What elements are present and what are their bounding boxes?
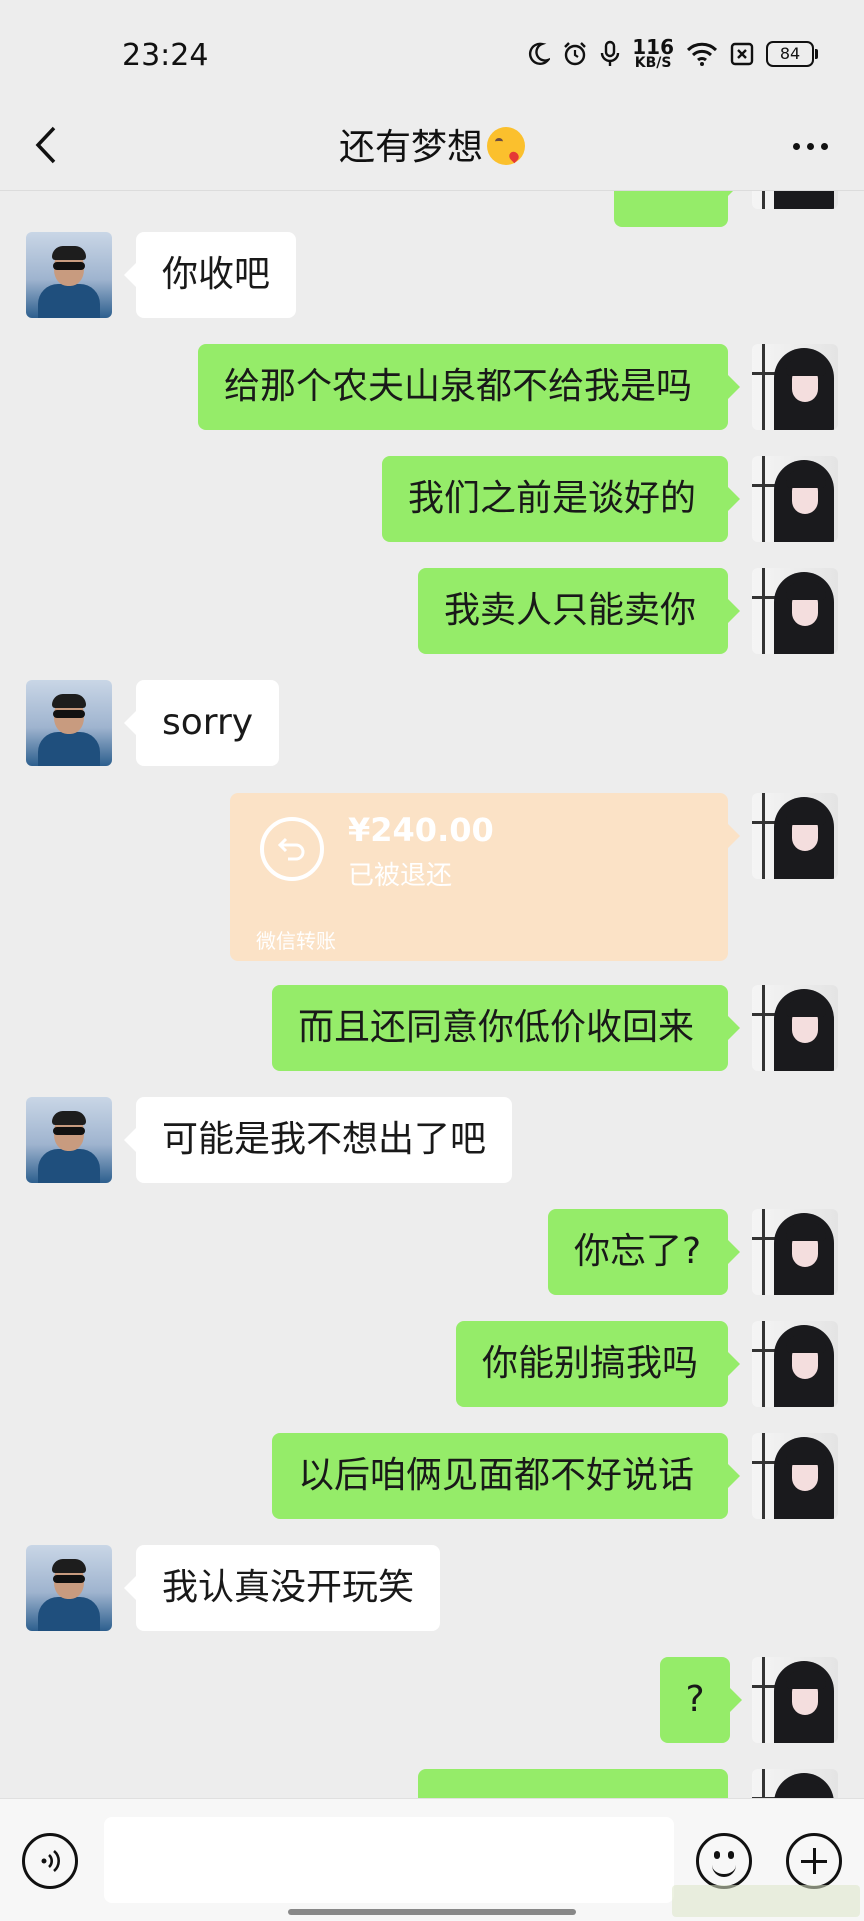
transfer-status: 已被退还 [348, 861, 453, 891]
message-bubble-mine[interactable]: ? [660, 1657, 742, 1743]
emoji-button[interactable] [696, 1833, 752, 1889]
kiss-emoji-icon [487, 127, 525, 165]
home-indicator[interactable] [288, 1909, 576, 1915]
transfer-card[interactable]: ¥240.00 已被退还 微信转账 [230, 793, 740, 961]
voice-icon [41, 1850, 60, 1872]
my-avatar[interactable] [752, 1209, 838, 1295]
status-icons: 116 KB/S 84 [528, 35, 818, 71]
contact-avatar[interactable] [26, 232, 112, 318]
emoji-icon [712, 1862, 736, 1877]
message-bubble-mine[interactable] [614, 191, 740, 227]
network-speed-value: 116 [632, 35, 674, 59]
my-avatar[interactable] [752, 344, 838, 430]
chat-title-text: 还有梦想 [338, 127, 483, 168]
voice-button[interactable] [22, 1833, 78, 1889]
message-input[interactable] [104, 1817, 674, 1903]
chat-title: 还有梦想 [0, 118, 864, 170]
my-avatar[interactable] [752, 1769, 838, 1798]
wifi-icon [686, 42, 718, 66]
battery-indicator: 84 [766, 41, 818, 67]
my-avatar[interactable] [752, 1433, 838, 1519]
my-avatar[interactable] [752, 1321, 838, 1407]
my-avatar[interactable] [752, 568, 838, 654]
message-bubble-theirs[interactable]: 我认真没开玩笑 [123, 1545, 441, 1631]
network-speed-unit: KB/S [634, 55, 672, 71]
dot-icon [792, 142, 800, 150]
no-sim-icon [730, 42, 754, 66]
contact-avatar[interactable] [26, 680, 112, 766]
refund-icon [260, 817, 324, 881]
transfer-amount: ¥240.00 [348, 811, 494, 849]
transfer-label: 微信转账 [256, 929, 336, 953]
message-bubble-theirs[interactable]: 可能是我不想出了吧 [123, 1097, 513, 1183]
dot-icon [820, 142, 828, 150]
alarm-icon [564, 42, 587, 66]
message-bubble-mine-partial[interactable] [418, 1769, 728, 1798]
message-list[interactable]: 你收吧 给那个农夫山泉都不给我是吗 我们之前是谈好的 我卖人只能卖你 sorry… [0, 191, 864, 1798]
dot-icon [806, 142, 814, 150]
moon-icon [529, 42, 551, 65]
contact-avatar[interactable] [26, 1097, 112, 1183]
message-bubble-theirs[interactable]: 你收吧 [123, 232, 297, 318]
message-bubble-mine[interactable]: 给那个农夫山泉都不给我是吗 [198, 344, 740, 430]
more-actions-button[interactable] [786, 1833, 842, 1889]
message-bubble-mine[interactable]: 你能别搞我吗 [456, 1321, 740, 1407]
message-bubble-theirs[interactable]: sorry [123, 680, 280, 766]
more-options-button[interactable] [780, 124, 840, 168]
message-bubble-mine[interactable]: 我们之前是谈好的 [382, 456, 740, 542]
message-bubble-mine[interactable]: 我卖人只能卖你 [418, 568, 740, 654]
my-avatar[interactable] [752, 985, 838, 1071]
message-bubble-mine[interactable]: 而且还同意你低价收回来 [272, 985, 740, 1071]
my-avatar[interactable] [752, 191, 838, 209]
my-avatar[interactable] [752, 793, 838, 879]
microphone-icon [601, 40, 620, 66]
message-bubble-mine[interactable]: 以后咱俩见面都不好说话 [272, 1433, 740, 1519]
contact-avatar[interactable] [26, 1545, 112, 1631]
status-bar: 23:24 116 KB/S 84 [0, 0, 864, 110]
watermark [672, 1885, 860, 1917]
network-speed: 116 KB/S [632, 35, 674, 71]
my-avatar[interactable] [752, 1657, 838, 1743]
chat-header: 还有梦想 [0, 100, 864, 191]
status-time: 23:24 [122, 38, 209, 73]
message-bubble-mine[interactable]: 你忘了? [548, 1209, 740, 1295]
my-avatar[interactable] [752, 456, 838, 542]
input-bar [0, 1798, 864, 1921]
